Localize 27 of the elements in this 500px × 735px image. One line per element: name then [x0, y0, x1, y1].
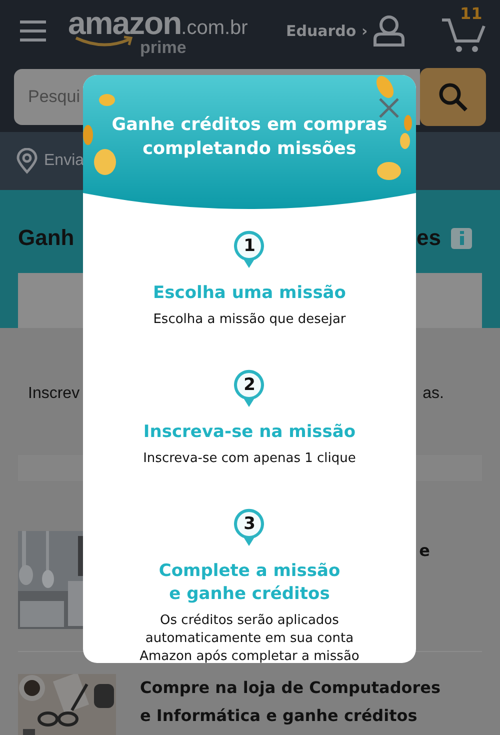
close-button[interactable]	[378, 97, 400, 119]
step-description: Escolha a missão que desejar	[153, 311, 346, 329]
banner-title: es	[416, 225, 441, 251]
dialog-title: Ganhe créditos em compras completando missões	[110, 114, 388, 161]
banner-title: Ganh	[18, 225, 74, 251]
step-description: Os créditos serão aplicados automaticamente em sua conta Amazon após completar a missão	[140, 612, 360, 663]
step-title: Complete a missão e ganhe créditos	[158, 560, 340, 606]
account-link[interactable]: Eduardo ›	[286, 22, 368, 40]
info-icon[interactable]	[451, 228, 472, 248]
location-pin-icon	[16, 148, 38, 174]
menu-icon[interactable]	[18, 19, 48, 43]
location-label: Envia	[44, 152, 84, 170]
step-title: Escolha uma missão	[153, 282, 346, 305]
step-title: Inscreva-se na missão	[143, 421, 356, 444]
smile-arrow-icon	[74, 35, 134, 49]
user-icon[interactable]	[372, 15, 406, 47]
prime-label: prime	[140, 38, 186, 58]
step-description: Inscreva-se com apenas 1 clique	[143, 450, 356, 468]
cart-count: 11	[460, 4, 482, 23]
logo-wordmark[interactable]: amazon	[68, 5, 182, 41]
product-title[interactable]: e	[419, 537, 430, 565]
search-button[interactable]	[420, 68, 486, 126]
intro-text: Inscrev	[28, 385, 80, 403]
product-title[interactable]: Compre na loja de Computadores e Informática e ganhe créditos	[140, 674, 450, 730]
search-icon	[437, 81, 469, 113]
logo-domain: .com.br	[181, 17, 248, 40]
intro-text: as.	[422, 385, 444, 403]
